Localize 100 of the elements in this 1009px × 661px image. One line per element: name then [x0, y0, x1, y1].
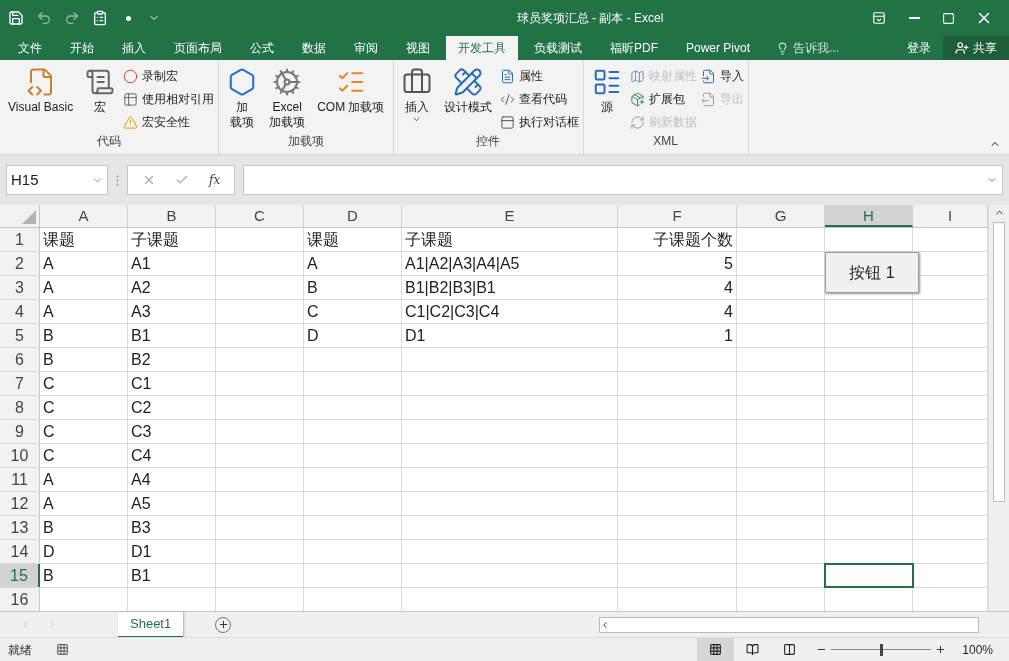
person-icon	[955, 41, 969, 55]
row-header[interactable]: 6	[0, 348, 40, 371]
row-header[interactable]: 7	[0, 372, 40, 395]
row-header[interactable]: 15	[0, 564, 40, 587]
check-icon	[175, 173, 190, 187]
form-button[interactable]	[92, 10, 108, 26]
column-header[interactable]: F	[618, 205, 737, 227]
ribbon-button[interactable]: Excel 加载项	[265, 64, 310, 132]
ribbon-display-button[interactable]	[872, 11, 886, 25]
insert-function-button[interactable]: fx	[209, 171, 221, 189]
ribbon-small-button[interactable]: 宏安全性	[123, 112, 215, 132]
page-icon	[746, 643, 760, 656]
maximize-button[interactable]	[942, 11, 955, 25]
table-cell: B1	[128, 324, 216, 347]
ribbon-small-button[interactable]: 执行对话框	[499, 112, 579, 132]
zoom-slider[interactable]	[831, 643, 932, 656]
row-header[interactable]: 3	[0, 276, 40, 299]
zoom-thumb[interactable]	[879, 643, 883, 656]
ribbon-tab[interactable]: 公式	[238, 36, 286, 60]
row-header[interactable]: 16	[0, 588, 40, 611]
ribbon-button[interactable]: 宏	[81, 64, 120, 132]
row-header[interactable]: 14	[0, 540, 40, 563]
row-header[interactable]: 12	[0, 492, 40, 515]
record-icon	[123, 68, 139, 84]
tell-me-field[interactable]: 告诉我...	[764, 36, 852, 60]
selected-cell[interactable]	[825, 564, 913, 587]
column-header[interactable]: A	[40, 205, 128, 227]
column-header[interactable]: E	[402, 205, 618, 227]
row-header[interactable]: 1	[0, 228, 40, 251]
save-button[interactable]	[8, 10, 24, 26]
ribbon-small-button[interactable]: 使用相对引用	[123, 89, 215, 109]
normal-view-button[interactable]	[697, 637, 735, 661]
horizontal-scrollbar[interactable]	[599, 616, 979, 633]
sheet-tab[interactable]: Sheet1	[118, 611, 184, 638]
table-cell: C	[40, 396, 128, 419]
undo-icon	[36, 10, 52, 26]
row-header[interactable]: 9	[0, 420, 40, 443]
warning-icon	[123, 114, 139, 130]
ribbon-tab[interactable]: 视图	[394, 36, 442, 60]
ribbon-small-button[interactable]: 导入	[700, 66, 744, 86]
table-cell: A	[40, 492, 128, 515]
plus-icon	[217, 619, 229, 630]
ribbon-tab[interactable]: 审阅	[342, 36, 390, 60]
package-icon	[629, 91, 645, 107]
formula-input[interactable]	[243, 165, 1003, 195]
ribbon-small-button[interactable]: 录制宏	[123, 66, 215, 86]
table-cell: C2	[128, 396, 216, 419]
table-cell: A2	[128, 276, 216, 299]
ribbon-tab[interactable]: 开始	[58, 36, 106, 60]
column-header[interactable]: D	[304, 205, 402, 227]
table-cell: A4	[128, 468, 216, 491]
sign-in-link[interactable]: 登录	[895, 36, 943, 60]
ribbon-tab[interactable]: 文件	[6, 36, 54, 60]
ribbon-button[interactable]: 插入	[397, 64, 436, 132]
window-title: 球员奖项汇总 - 副本 - Excel	[516, 11, 664, 25]
group-label: 加载项	[287, 134, 324, 148]
table-cell: C4	[128, 444, 216, 467]
ribbon-small-button[interactable]: 查看代码	[499, 89, 579, 109]
ribbon-button[interactable]: 设计模式	[439, 64, 496, 132]
ribbon-button[interactable]: 源	[587, 64, 626, 132]
import-icon	[700, 68, 716, 84]
map-icon	[629, 68, 645, 84]
row-header[interactable]: 2	[0, 252, 40, 275]
ribbon-tab[interactable]: 数据	[290, 36, 338, 60]
row-header[interactable]: 5	[0, 324, 40, 347]
form-control-button[interactable]: 按钮 1	[825, 252, 919, 293]
ribbon-small-button[interactable]: 扩展包	[629, 89, 697, 109]
vertical-scrollbar[interactable]	[988, 205, 1009, 611]
share-button[interactable]: 共享	[943, 36, 1009, 60]
column-header[interactable]: H	[825, 205, 913, 227]
ribbon-tab[interactable]: 页面布局	[162, 36, 234, 60]
status-text: 就绪	[8, 641, 32, 659]
code-icon	[499, 91, 515, 107]
column-header[interactable]: B	[128, 205, 216, 227]
columns-icon	[783, 643, 797, 656]
ribbon-tab[interactable]: 插入	[110, 36, 158, 60]
table-cell: D1	[128, 540, 216, 563]
scroll-icon	[85, 67, 116, 97]
table-cell: 课题	[40, 228, 128, 251]
scroll-left-icon	[600, 619, 610, 630]
column-header[interactable]: C	[216, 205, 304, 227]
row-header[interactable]: 11	[0, 468, 40, 491]
table-cell: A	[40, 276, 128, 299]
ribbon-button[interactable]: COM 加载项	[313, 64, 389, 132]
ribbon-tab[interactable]: Power Pivot	[674, 36, 763, 60]
table-cell: C	[40, 420, 128, 443]
row-header[interactable]: 10	[0, 444, 40, 467]
row-header[interactable]: 4	[0, 300, 40, 323]
table-cell: A	[40, 300, 128, 323]
ribbon-tab[interactable]: 福昕PDF	[598, 36, 670, 60]
table-cell: D1	[402, 324, 618, 347]
row-header[interactable]: 13	[0, 516, 40, 539]
table-cell: 子课题	[402, 228, 618, 251]
ribbon-small-button[interactable]: 属性	[499, 66, 579, 86]
ribbon-button[interactable]: Visual Basic	[4, 64, 78, 132]
ribbon-button[interactable]: 加 载项	[223, 64, 262, 132]
ribbon-tab[interactable]: 开发工具	[446, 36, 518, 60]
name-box[interactable]: H15	[6, 165, 108, 195]
ribbon-tab[interactable]: 负载测试	[522, 36, 594, 60]
row-header[interactable]: 8	[0, 396, 40, 419]
